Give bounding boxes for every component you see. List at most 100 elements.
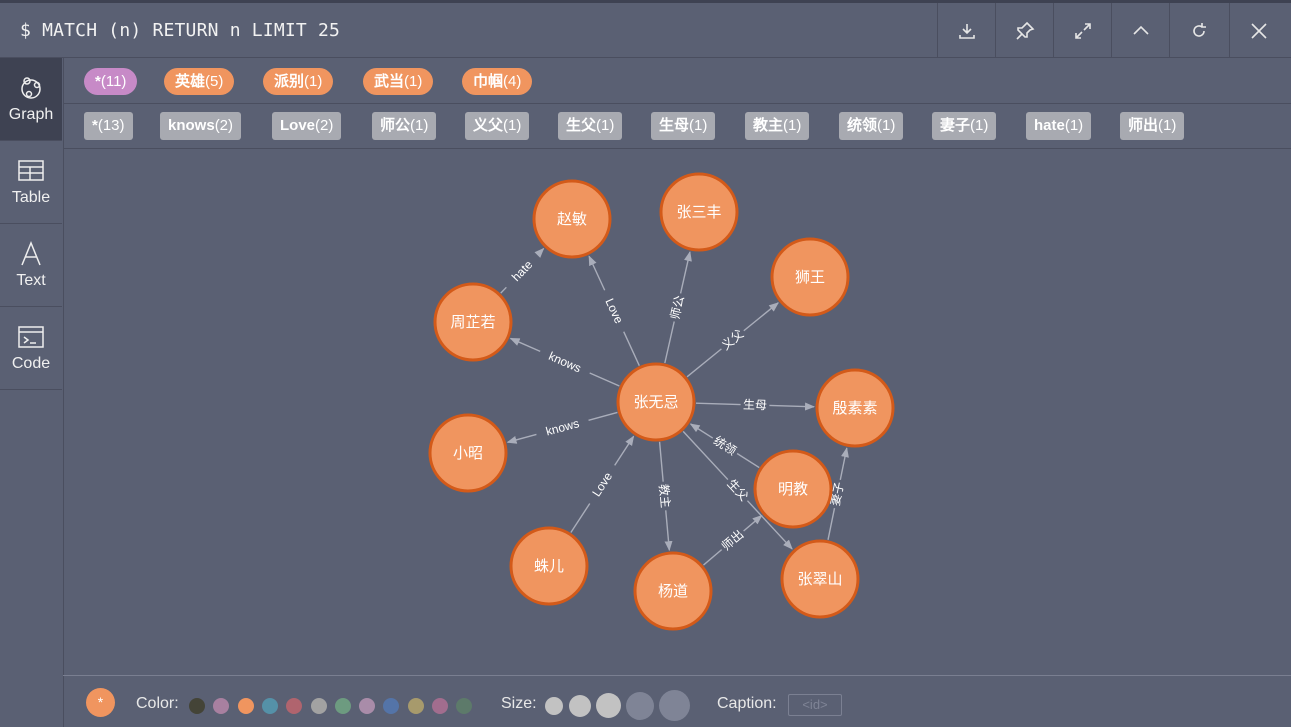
node-caption: 狮王 (795, 269, 825, 286)
sidebar-item-graph[interactable]: Graph (0, 58, 62, 141)
node-caption: 周芷若 (450, 314, 495, 331)
graph-node[interactable]: 张翠山 (780, 539, 860, 619)
size-option-3[interactable] (596, 693, 621, 718)
rerun-button[interactable] (1169, 3, 1228, 58)
color-swatch[interactable] (261, 698, 278, 714)
color-swatch[interactable] (456, 698, 473, 714)
graph-node[interactable]: 蛛儿 (509, 526, 589, 606)
edge-label: Love (589, 469, 615, 499)
rel-type-qizi[interactable]: 妻子(1) (932, 112, 997, 140)
node-caption: 赵敏 (557, 211, 587, 228)
sidebar-item-label: Table (11, 189, 51, 206)
color-swatch[interactable] (359, 698, 376, 714)
caption-select[interactable]: <id> (788, 694, 842, 716)
rel-type-all[interactable]: *(13) (84, 112, 133, 140)
sidebar-item-label: Text (16, 272, 46, 289)
size-option-1[interactable] (545, 697, 563, 715)
edge-label: 教主 (656, 483, 673, 508)
color-swatch[interactable] (432, 698, 448, 714)
collapse-button[interactable] (1111, 3, 1170, 58)
node-label-heroine[interactable]: 巾帼(4) (462, 68, 533, 95)
size-option-5[interactable] (659, 690, 690, 721)
node-caption: 蛛儿 (534, 558, 564, 575)
relationship-edge[interactable]: 义父 (686, 302, 779, 378)
graph-node[interactable]: 张三丰 (659, 172, 739, 252)
rel-type-shengmu[interactable]: 生母(1) (651, 112, 716, 140)
graph-svg[interactable]: hateLove 师公义父knows生母knows统领Love 教主 生父师出妻子 赵… (63, 149, 1291, 675)
fullscreen-button[interactable] (1053, 3, 1112, 58)
color-swatch[interactable] (407, 698, 424, 714)
table-icon (18, 160, 44, 181)
graph-node[interactable]: 明教 (753, 449, 833, 529)
color-swatch[interactable] (237, 698, 254, 714)
sidebar-item-table[interactable]: Table (0, 141, 62, 224)
graph-node[interactable]: 殷素素 (815, 368, 895, 448)
pin-button[interactable] (995, 3, 1054, 58)
close-button[interactable] (1229, 3, 1288, 58)
sidebar-item-text[interactable]: Text (0, 224, 62, 307)
node-label-all[interactable]: *(11) (84, 68, 138, 95)
style-bar: * Color: Size: Caption: <id> (63, 675, 1291, 727)
graph-node[interactable]: 小昭 (428, 413, 508, 493)
relationship-edge[interactable]: Love (588, 255, 640, 366)
rel-type-love[interactable]: Love(2) (272, 112, 342, 140)
color-swatch[interactable] (334, 698, 351, 714)
rel-type-jiaozhu[interactable]: 教主(1) (745, 112, 810, 140)
size-option-2[interactable] (569, 695, 591, 717)
edge-label: knows (544, 416, 580, 438)
graph-node[interactable]: 周芷若 (433, 282, 513, 362)
query-header: $ MATCH (n) RETURN n LIMIT 25 (0, 0, 1291, 58)
relationship-edge[interactable]: 师公 (664, 251, 692, 364)
relationship-edge[interactable]: Love (570, 435, 635, 533)
view-sidebar: Graph Table Text Code (0, 58, 64, 727)
node-caption: 张无忌 (633, 394, 678, 411)
node-label-hero[interactable]: 英雄(5) (164, 68, 235, 95)
rel-type-shichu[interactable]: 师出(1) (1120, 112, 1185, 140)
chevron-up-icon (1133, 25, 1149, 35)
node-caption: 明教 (778, 481, 808, 498)
node-caption: 杨道 (658, 583, 688, 600)
query-text[interactable]: $ MATCH (n) RETURN n LIMIT 25 (20, 20, 340, 41)
relationship-edge[interactable]: knows (506, 411, 618, 444)
rel-type-hate[interactable]: hate(1) (1026, 112, 1092, 140)
node-label-wudang[interactable]: 武当(1) (363, 68, 434, 95)
node-caption: 小昭 (453, 445, 483, 462)
size-option-4[interactable] (626, 692, 654, 720)
edge-label: 生母 (743, 398, 767, 413)
node-caption: 张翠山 (797, 571, 842, 588)
edge-label: 生父 (724, 477, 751, 504)
rel-type-yifu[interactable]: 义父(1) (465, 112, 530, 140)
edge-label: hate (509, 257, 536, 284)
edge-label: 师出 (719, 527, 746, 553)
graph-node[interactable]: 赵敏 (532, 179, 612, 259)
relationship-edge[interactable]: 教主 (656, 441, 673, 552)
relationship-edge[interactable]: 统领 (689, 423, 760, 469)
sidebar-item-code[interactable]: Code (0, 307, 62, 390)
color-swatch[interactable] (383, 698, 400, 714)
selected-label-badge[interactable]: * (86, 688, 115, 717)
color-swatch[interactable] (213, 698, 230, 714)
node-labels-bar: *(11) 英雄(5) 派别(1) 武当(1) 巾帼(4) (63, 58, 1291, 104)
rel-type-tongling[interactable]: 统领(1) (839, 112, 904, 140)
graph-node[interactable]: 杨道 (633, 551, 713, 631)
download-button[interactable] (937, 3, 996, 58)
graph-node[interactable]: 张无忌 (616, 362, 696, 442)
node-caption: 殷素素 (832, 400, 877, 417)
color-swatch[interactable] (286, 698, 303, 714)
relationship-edge[interactable]: hate (500, 247, 545, 294)
color-label: Color: (136, 695, 179, 712)
node-label-faction[interactable]: 派别(1) (263, 68, 334, 95)
refresh-icon (1193, 22, 1206, 37)
graph-canvas[interactable]: hate Love 师公 义父 knows 生母 knows 统领 Love 教主 生父 师出 妻子 赵… (63, 149, 1291, 675)
relationship-edge[interactable]: 师出 (703, 514, 763, 566)
relationship-edge[interactable]: 生母 (695, 398, 816, 413)
rel-type-knows[interactable]: knows(2) (160, 112, 242, 140)
graph-node[interactable]: 狮王 (770, 237, 850, 317)
color-swatch[interactable] (310, 698, 327, 714)
pin-icon (1016, 21, 1035, 40)
rel-type-shengfu[interactable]: 生父(1) (558, 112, 623, 140)
color-swatch[interactable] (189, 698, 205, 714)
rel-type-shigong[interactable]: 师公(1) (372, 112, 437, 140)
relationship-edge[interactable]: knows (509, 337, 620, 387)
relationship-types-bar: *(13) knows(2) Love(2) 师公(1) 义父(1) 生父(1)… (63, 104, 1291, 149)
